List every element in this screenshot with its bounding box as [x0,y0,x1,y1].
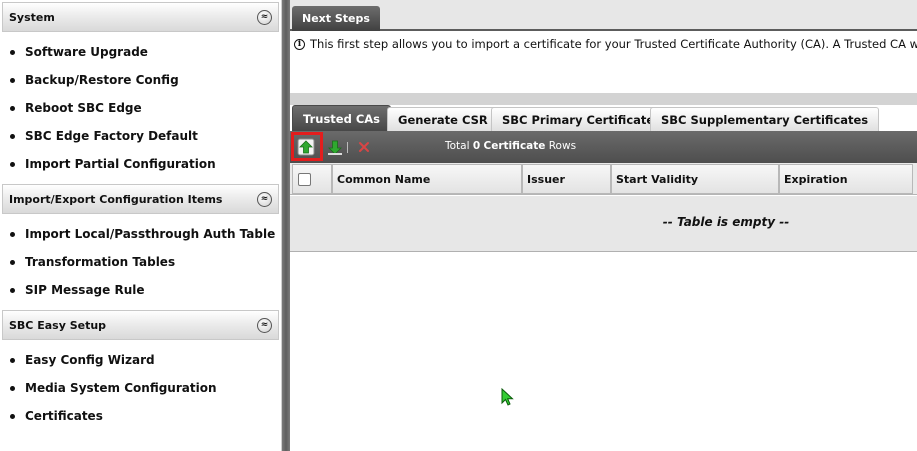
menu-item-sip-message-rule[interactable]: SIP Message Rule [10,276,281,304]
collapse-icon[interactable]: ≈ [257,191,272,207]
menu-item-label: Certificates [25,409,103,423]
bullet-icon [10,413,15,419]
column-header-common-name[interactable]: Common Name [332,164,522,194]
panel-splitter[interactable] [282,0,290,451]
bullet-icon [10,161,15,167]
collapse-icon[interactable]: ≈ [257,317,272,333]
bullet-icon [10,259,15,265]
tab-sbc-primary-certificate[interactable]: SBC Primary Certificate [491,107,666,131]
certificate-tabs: Trusted CAs Generate CSR SBC Primary Cer… [290,105,917,131]
total-rows-label: Total 0 Certificate Rows [445,140,576,152]
menu-item-label: Backup/Restore Config [25,73,179,87]
sidebar: System ≈ Software Upgrade Backup/Restore… [0,0,282,451]
menu-item-software-upgrade[interactable]: Software Upgrade [10,38,281,66]
system-menu: Software Upgrade Backup/Restore Config R… [0,32,281,182]
menu-item-reboot[interactable]: Reboot SBC Edge [10,94,281,122]
total-certificate-label: Certificate [483,140,546,152]
tab-generate-csr[interactable]: Generate CSR [387,107,499,131]
info-icon: i [294,38,305,50]
tab-next-steps[interactable]: Next Steps [292,6,380,31]
menu-item-label: Easy Config Wizard [25,353,155,367]
menu-item-label: Transformation Tables [25,255,176,269]
total-suffix: Rows [548,140,577,152]
main-panel: Next Steps i This first step allows you … [290,0,917,451]
bullet-icon [10,77,15,83]
empty-table-message: -- Table is empty -- [662,215,790,229]
section-title: SBC Easy Setup [9,318,107,332]
import-export-menu: Import Local/Passthrough Auth Table Tran… [0,214,281,308]
grid-header: Common Name Issuer Start Validity Expira… [290,163,917,195]
bullet-icon [10,105,15,111]
tab-trusted-cas[interactable]: Trusted CAs [292,105,392,131]
menu-item-transformation-tables[interactable]: Transformation Tables [10,248,281,276]
easy-setup-menu: Easy Config Wizard Media System Configur… [0,340,281,434]
menu-item-easy-config-wizard[interactable]: Easy Config Wizard [10,346,281,374]
menu-item-media-system-config[interactable]: Media System Configuration [10,374,281,402]
section-title: Import/Export Configuration Items [9,192,223,206]
collapse-icon[interactable]: ≈ [257,9,272,25]
bullet-icon [10,357,15,363]
select-all-checkbox[interactable] [298,172,311,186]
section-header-import-export[interactable]: Import/Export Configuration Items ≈ [2,184,279,214]
next-steps-info: i This first step allows you to import a… [294,37,917,51]
total-prefix: Total [445,140,470,152]
menu-item-label: Import Partial Configuration [25,157,216,171]
bullet-icon [10,287,15,293]
menu-item-backup-restore[interactable]: Backup/Restore Config [10,66,281,94]
grid-toolbar: Total 0 Certificate Rows [290,131,917,163]
menu-item-import-auth-table[interactable]: Import Local/Passthrough Auth Table [10,220,281,248]
toolbar-separator [347,142,348,153]
section-title: System [9,10,55,24]
tab-sbc-supplementary-certificates[interactable]: SBC Supplementary Certificates [650,107,880,131]
menu-item-factory-default[interactable]: SBC Edge Factory Default [10,122,281,150]
column-header-start-validity[interactable]: Start Validity [611,164,779,194]
column-header-expiration[interactable]: Expiration [779,164,913,194]
import-up-arrow-icon[interactable] [296,137,316,157]
bullet-icon [10,49,15,55]
select-all-column [292,164,332,194]
menu-item-label: Reboot SBC Edge [25,101,142,115]
menu-item-label: Import Local/Passthrough Auth Table [25,227,276,241]
delete-x-icon[interactable] [354,137,374,157]
menu-item-label: Software Upgrade [25,45,148,59]
export-down-arrow-icon[interactable] [325,137,345,157]
menu-item-import-partial[interactable]: Import Partial Configuration [10,150,281,178]
menu-item-label: Media System Configuration [25,381,217,395]
column-header-issuer[interactable]: Issuer [522,164,611,194]
menu-item-certificates[interactable]: Certificates [10,402,281,430]
panel-divider [290,93,917,105]
grid-body: -- Table is empty -- [290,196,917,252]
menu-item-label: SIP Message Rule [25,283,145,297]
next-steps-text: This first step allows you to import a c… [310,37,917,51]
menu-item-label: SBC Edge Factory Default [25,129,198,143]
bullet-icon [10,385,15,391]
bullet-icon [10,231,15,237]
next-steps-bar: Next Steps [290,0,917,31]
bullet-icon [10,133,15,139]
section-header-easy-setup[interactable]: SBC Easy Setup ≈ [2,310,279,340]
total-count: 0 [472,140,481,152]
mouse-pointer-icon [501,387,515,411]
section-header-system[interactable]: System ≈ [2,2,279,32]
